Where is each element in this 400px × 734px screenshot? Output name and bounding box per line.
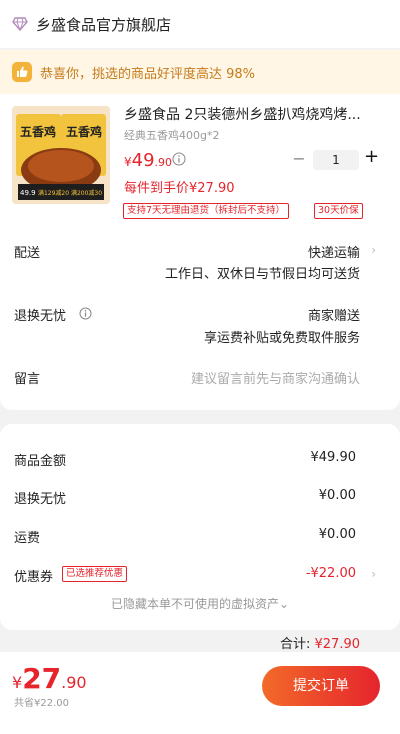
chevron-right-icon[interactable]: › [371,567,376,581]
price-integer: 49 [131,150,155,171]
delivery-detail: 工作日、双休日与节假日均可送货 [164,267,360,282]
chevron-down-icon: ⌄ [278,597,290,611]
order-total: 合计: ¥27.90 [280,633,360,652]
price-summary-card: 商品金额 ¥49.90 退换无忧 ¥0.00 运费 ¥0.00 优惠券 已选推荐… [0,424,400,630]
product-image-label-right: 五香鸡 [66,124,102,139]
submit-order-button[interactable]: 提交订单 [262,666,380,706]
store-header[interactable]: 乡盛食品官方旗舰店 [0,0,400,48]
return-service-detail: 享运费补贴或免费取件服务 [203,331,360,346]
summary-label: 商品金额 [14,454,67,469]
rating-banner: 恭喜你，挑选的商品好评度高达 98% [0,50,400,94]
chevron-right-icon[interactable]: › [371,243,376,257]
product-image-label-left: 五香鸡 [20,124,56,139]
hidden-assets-text: 已隐藏本单不可使用的虚拟资产 [110,597,279,611]
summary-label: 退换无忧 [14,492,67,507]
return-service-value: 商家赠送 [307,309,360,324]
quantity-increase-button[interactable]: + [364,146,379,167]
coupon-tag: 已选推荐优惠 [62,566,128,582]
quantity-decrease-button[interactable]: − [292,149,306,168]
product-image-promo: 满129减20 满200减30 [38,189,102,197]
final-price-decimal: .90 [61,673,87,692]
delivery-label: 配送 [14,246,41,261]
product-image[interactable]: 五香鸡 五香鸡 满129减20 满200减30 49.9 [12,106,110,204]
diamond-icon [12,17,28,32]
store-name: 乡盛食品官方旗舰店 [36,15,172,34]
final-price: ¥ 27 .90 [12,662,87,695]
total-label: 合计: [279,637,311,652]
final-price-currency: ¥ [12,673,23,692]
summary-label: 运费 [14,531,41,546]
product-price: ¥ 49 .90 [124,150,172,171]
hidden-assets-note[interactable]: 已隐藏本单不可使用的虚拟资产⌄ [0,595,400,612]
remark-label: 留言 [14,372,41,387]
summary-value: ¥49.90 [310,450,357,465]
info-icon[interactable] [172,152,186,166]
price-decimal: .90 [154,156,173,169]
product-spec[interactable]: 经典五香鸡400g*2 [124,127,219,143]
final-price-integer: 27 [22,662,62,695]
checkout-bar: ¥ 27 .90 共省¥22.00 提交订单 [0,652,400,734]
info-icon[interactable] [79,307,92,320]
return-service-label: 退换无忧 [14,309,67,324]
product-image-price: 49.9 [20,189,36,197]
coupon-value[interactable]: -¥22.00 [306,566,356,581]
summary-value: ¥0.00 [318,488,356,503]
product-title[interactable]: 乡盛食品 2只装德州乡盛扒鸡烧鸡烤... [124,104,390,124]
order-item-card: 五香鸡 五香鸡 满129减20 满200减30 49.9 乡盛食品 2只装德州乡… [0,94,400,410]
quantity-input[interactable]: 1 [313,150,359,170]
delivery-method[interactable]: 快递运输 [308,242,360,261]
thumbs-up-icon [12,62,32,82]
price-protection-tag: 30天价保 [314,203,363,219]
total-saved: 共省¥22.00 [14,698,69,709]
total-value: ¥27.90 [314,637,361,652]
price-currency: ¥ [124,155,132,169]
return-policy-tag: 支持7天无理由退货（拆封后不支持） [123,203,290,219]
unit-final-price: 每件到手价¥27.90 [124,181,235,196]
rating-text: 恭喜你，挑选的商品好评度高达 98% [40,66,256,82]
coupon-label[interactable]: 优惠券 [14,566,53,585]
remark-input[interactable]: 建议留言前先与商家沟通确认 [191,368,360,387]
product-photo: 五香鸡 五香鸡 满129减20 满200减30 49.9 [12,106,110,204]
summary-value: ¥0.00 [318,527,356,542]
